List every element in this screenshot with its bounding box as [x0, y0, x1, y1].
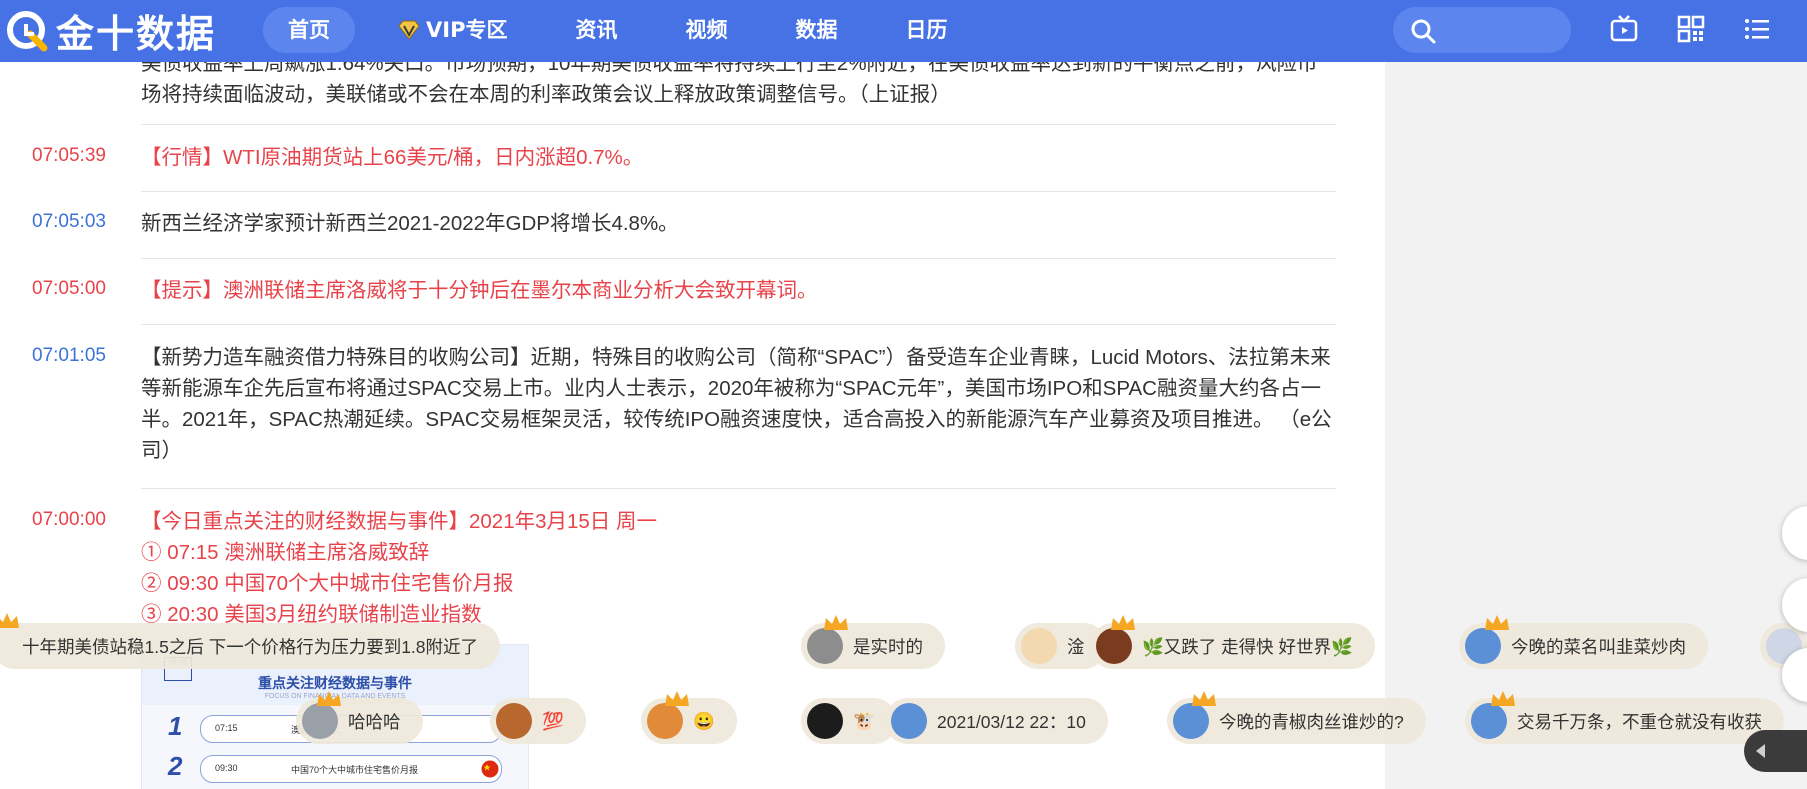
- avatar: [302, 703, 338, 739]
- news-text: 【今日重点关注的财经数据与事件】2021年3月15日 周一 ① 07:15 澳洲…: [141, 506, 1336, 630]
- avatar: [1465, 628, 1501, 664]
- top-navigation-bar: 金十数据 首页 VIP专区 资讯 视频 数据 日历: [0, 0, 1807, 62]
- news-time: 07:00:00: [32, 509, 106, 530]
- news-text: 美债收益率上周飙涨1.64%关口。市场预期，10年期美债收益率将持续上行至2%附…: [141, 62, 1318, 106]
- danmaku-bubble[interactable]: 💯: [490, 698, 586, 744]
- avatar: [496, 703, 532, 739]
- news-line: ② 09:30 中国70个大中城市住宅售价月报: [141, 572, 514, 595]
- danmaku-text: 十年期美债站稳1.5之后 下一个价格行为压力要到1.8附近了: [22, 636, 479, 657]
- nav-item-vip[interactable]: VIP专区: [373, 7, 532, 53]
- nav-item-label: VIP专区: [426, 18, 508, 42]
- infographic-row-text: 中国70个大中城市住宅售价月报: [291, 765, 419, 775]
- danmaku-text: 今晚的青椒肉丝谁炒的?: [1219, 711, 1404, 732]
- avatar: [1021, 628, 1057, 664]
- divider: [141, 258, 1336, 259]
- infographic-row-number: 1: [168, 711, 183, 741]
- nav-item-label: 数据: [795, 18, 838, 42]
- news-time: 07:05:39: [32, 145, 106, 166]
- news-time: 07:05:03: [32, 211, 106, 232]
- brand-name: 金十数据: [56, 11, 217, 56]
- avatar: [1096, 628, 1132, 664]
- danmaku-text: 今晚的菜名叫韭菜炒肉: [1511, 636, 1686, 657]
- danmaku-toggle-tab[interactable]: [1744, 730, 1807, 772]
- avatar: [1471, 703, 1507, 739]
- danmaku-text: 😀: [693, 710, 715, 731]
- infographic-row-time: 09:30: [215, 763, 238, 773]
- news-headline: 【今日重点关注的财经数据与事件】2021年3月15日 周一: [141, 510, 658, 533]
- news-text: 【行情】WTI原油期货站上66美元/桶，日内涨超0.7%。: [141, 146, 644, 169]
- danmaku-bubble[interactable]: 哈哈哈: [296, 698, 423, 744]
- nav-item-label: 资讯: [575, 18, 618, 42]
- crown-icon: [0, 613, 19, 628]
- avatar: [807, 628, 843, 664]
- tv-icon[interactable]: [1609, 14, 1639, 44]
- divider: [141, 324, 1336, 325]
- infographic-row-time: 07:15: [215, 723, 238, 733]
- crown-icon: [1192, 691, 1216, 706]
- danmaku-bubble[interactable]: 🐮: [801, 698, 897, 744]
- avatar: [647, 703, 683, 739]
- infographic-row-number: 2: [168, 751, 183, 781]
- search-input[interactable]: [1393, 7, 1571, 53]
- divider: [141, 488, 1336, 489]
- divider: [141, 191, 1336, 192]
- news-text: 【新势力造车融资借力特殊目的收购公司】近期，特殊目的收购公司（简称“SPAC”）…: [141, 346, 1332, 462]
- menu-list-icon[interactable]: [1742, 14, 1772, 44]
- danmaku-text: 交易千万条，不重仓就没有收获: [1517, 711, 1762, 732]
- nav-item-calendar[interactable]: 日历: [880, 7, 972, 53]
- danmaku-bubble[interactable]: 2021/03/12 22：10: [885, 698, 1108, 744]
- infographic-row: 09:30 中国70个大中城市住宅售价月报: [200, 755, 502, 783]
- danmaku-bubble[interactable]: 十年期美债站稳1.5之后 下一个价格行为压力要到1.8附近了: [0, 623, 501, 669]
- vip-diamond-icon: [398, 20, 420, 40]
- main-nav: 首页 VIP专区 资讯 视频 数据 日历: [263, 7, 990, 53]
- crown-icon: [1491, 691, 1515, 706]
- nav-item-label: 首页: [288, 18, 330, 42]
- collapse-left-icon: [1756, 744, 1765, 758]
- nav-item-news[interactable]: 资讯: [550, 7, 642, 53]
- crown-icon: [1485, 615, 1509, 630]
- nav-item-home[interactable]: 首页: [263, 7, 355, 53]
- china-flag-icon: [481, 760, 499, 778]
- right-sidebar: [1385, 62, 1807, 789]
- news-text: 新西兰经济学家预计新西兰2021-2022年GDP将增长4.8%。: [141, 212, 679, 235]
- nav-item-label: 视频: [685, 18, 728, 42]
- news-time: 07:01:05: [32, 345, 106, 366]
- danmaku-text: 💯: [542, 710, 564, 731]
- news-feed: 美债收益率上周飙涨1.64%关口。市场预期，10年期美债收益率将持续上行至2%附…: [0, 62, 1385, 789]
- avatar: [807, 703, 843, 739]
- divider: [141, 124, 1336, 125]
- avatar: [891, 703, 927, 739]
- danmaku-text: 哈哈哈: [348, 711, 401, 732]
- news-time: 07:05:00: [32, 278, 106, 299]
- crown-icon: [665, 691, 689, 706]
- crown-icon: [1111, 615, 1135, 630]
- nav-item-video[interactable]: 视频: [660, 7, 752, 53]
- news-text: 【提示】澳洲联储主席洛威将于十分钟后在墨尔本商业分析大会致开幕词。: [141, 279, 818, 302]
- nav-item-label: 日历: [905, 18, 948, 42]
- news-line: ① 07:15 澳洲联储主席洛威致辞: [141, 541, 430, 564]
- crown-icon: [824, 615, 848, 630]
- search-icon[interactable]: [1410, 18, 1436, 44]
- danmaku-text: 2021/03/12 22：10: [937, 711, 1086, 732]
- danmaku-text: 是实时的: [853, 636, 923, 657]
- avatar: [1173, 703, 1209, 739]
- brand-logo[interactable]: 金十数据: [6, 4, 216, 56]
- qrcode-icon[interactable]: [1676, 14, 1706, 44]
- nav-item-data[interactable]: 数据: [770, 7, 862, 53]
- logo-mark-icon: [7, 11, 48, 52]
- danmaku-text: 🌿又跌了 走得快 好世界🌿: [1142, 636, 1353, 657]
- crown-icon: [317, 691, 341, 706]
